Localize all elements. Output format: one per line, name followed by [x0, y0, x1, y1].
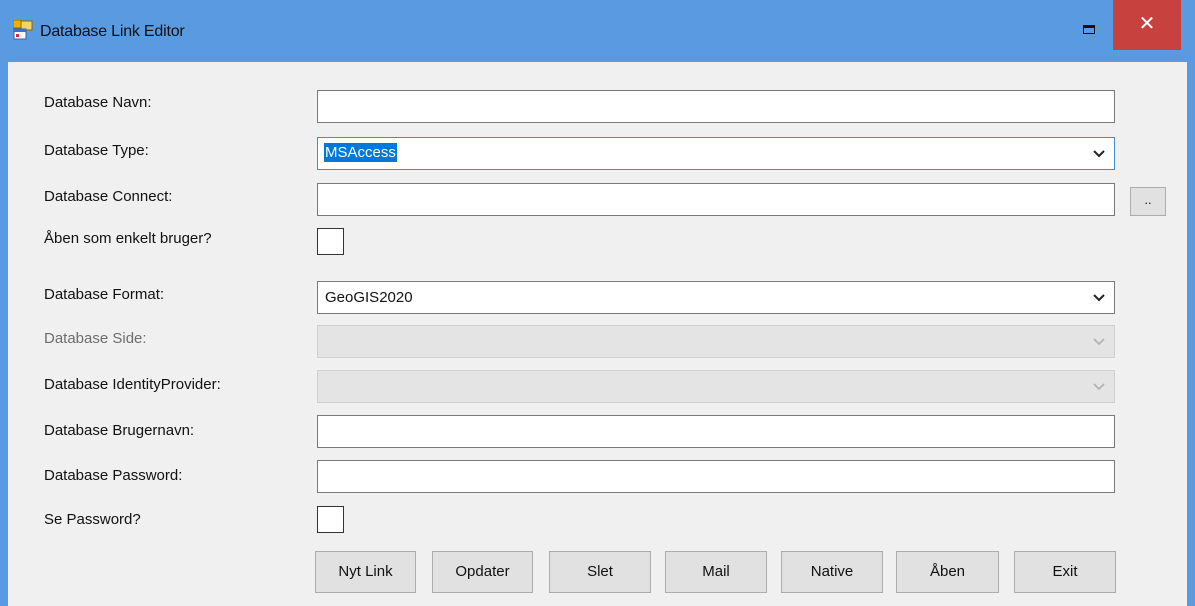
- database-side-label: Database Side:: [44, 330, 147, 347]
- chevron-down-icon: [1092, 290, 1106, 304]
- exit-button[interactable]: Exit: [1014, 551, 1116, 593]
- show-password-label: Se Password?: [44, 511, 141, 528]
- chevron-down-icon: [1092, 146, 1106, 160]
- delete-button[interactable]: Slet: [549, 551, 651, 593]
- maximize-button[interactable]: [1067, 10, 1113, 50]
- database-format-select[interactable]: GeoGIS2020: [317, 281, 1115, 314]
- form-client-area: Database Navn: Database Type: MSAccess D…: [8, 62, 1187, 606]
- database-format-label: Database Format:: [44, 286, 165, 303]
- database-type-select[interactable]: MSAccess: [317, 137, 1115, 170]
- browse-button[interactable]: ..: [1130, 187, 1166, 216]
- identity-provider-label: Database IdentityProvider:: [44, 376, 221, 393]
- database-type-label: Database Type:: [44, 142, 149, 159]
- database-type-value: MSAccess: [324, 143, 397, 162]
- new-link-button[interactable]: Nyt Link: [315, 551, 416, 593]
- single-user-label: Åben som enkelt bruger?: [44, 230, 212, 247]
- database-connect-input[interactable]: [317, 183, 1115, 216]
- title-bar[interactable]: Database Link Editor ✕: [0, 0, 1195, 62]
- single-user-checkbox[interactable]: [317, 228, 344, 255]
- window-title: Database Link Editor: [40, 23, 185, 40]
- app-forms-icon: [12, 19, 33, 40]
- password-input[interactable]: [317, 460, 1115, 493]
- chevron-down-icon: [1092, 379, 1106, 393]
- update-button[interactable]: Opdater: [432, 551, 533, 593]
- database-name-input[interactable]: [317, 90, 1115, 123]
- database-link-editor-window: Database Link Editor ✕ Database Navn: Da…: [0, 0, 1195, 606]
- identity-provider-select[interactable]: [317, 370, 1115, 403]
- show-password-checkbox[interactable]: [317, 506, 344, 533]
- database-name-label: Database Navn:: [44, 94, 152, 111]
- database-format-value: GeoGIS2020: [325, 289, 413, 306]
- chevron-down-icon: [1092, 334, 1106, 348]
- username-label: Database Brugernavn:: [44, 422, 195, 439]
- database-connect-label: Database Connect:: [44, 188, 173, 205]
- close-button[interactable]: ✕: [1113, 0, 1181, 50]
- open-button[interactable]: Åben: [896, 551, 999, 593]
- close-icon: ✕: [1138, 13, 1156, 35]
- username-input[interactable]: [317, 415, 1115, 448]
- mail-button[interactable]: Mail: [665, 551, 767, 593]
- password-label: Database Password:: [44, 467, 183, 484]
- maximize-icon: [1083, 25, 1095, 34]
- database-side-select[interactable]: [317, 325, 1115, 358]
- native-button[interactable]: Native: [781, 551, 883, 593]
